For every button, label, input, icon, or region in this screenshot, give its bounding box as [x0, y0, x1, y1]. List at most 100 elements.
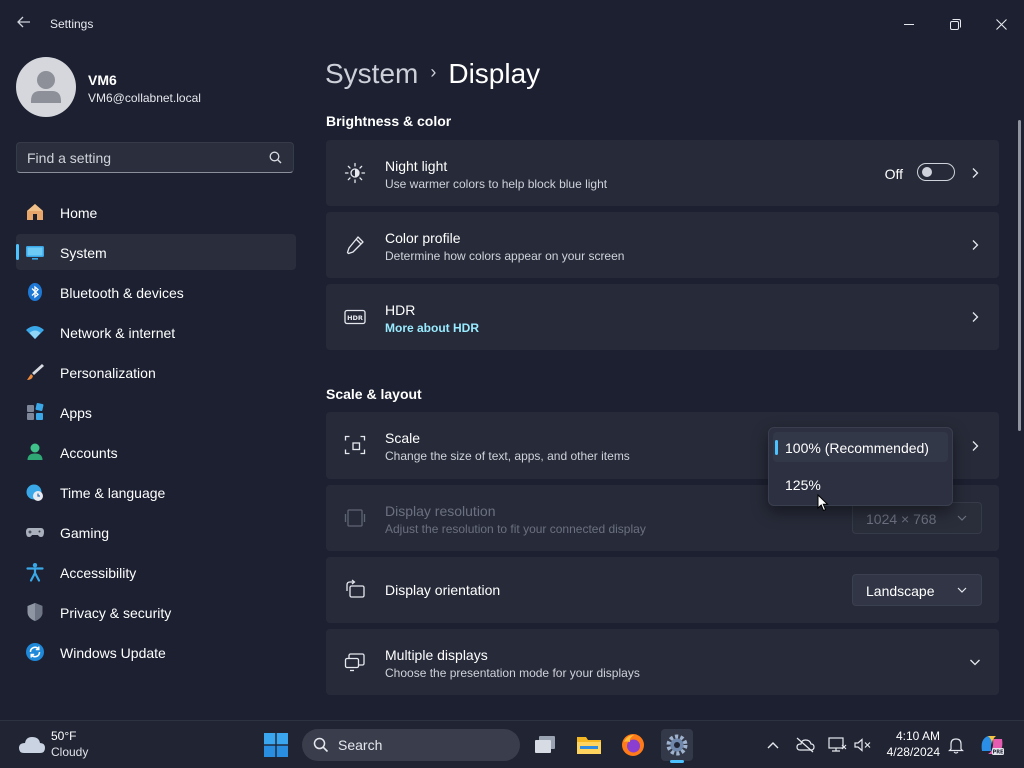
bluetooth-icon: [28, 283, 42, 301]
taskbar: 50°F Cloudy Search 4:10 AM 4/28/2024 PRE: [0, 720, 1024, 768]
scale-icon: [344, 435, 366, 455]
night-light-card[interactable]: Night light Use warmer colors to help bl…: [326, 140, 999, 206]
chevron-right-icon: [972, 168, 979, 178]
chevron-down-icon: [957, 587, 967, 593]
scrollbar-thumb[interactable]: [1018, 120, 1021, 431]
folder-icon: [577, 737, 601, 754]
sidebar-item-label: Gaming: [60, 525, 110, 541]
firefox-icon: [622, 734, 644, 756]
svg-text:HDR: HDR: [347, 314, 363, 322]
cloud-offline-icon: [796, 737, 815, 753]
volume-muted-icon: [854, 738, 871, 752]
clock-time[interactable]: 4:10 AM: [896, 729, 940, 743]
display-orientation-card[interactable]: Display orientation Landscape: [326, 557, 999, 623]
sidebar-item-accessibility[interactable]: Accessibility: [16, 554, 296, 590]
multiple-displays-card[interactable]: Multiple displays Choose the presentatio…: [326, 629, 999, 695]
sidebar-item-gaming[interactable]: Gaming: [16, 514, 296, 550]
find-setting-search[interactable]: [16, 142, 294, 173]
back-arrow-icon: [17, 16, 30, 28]
night-light-state-label: Off: [884, 166, 903, 182]
chevron-down-icon: [957, 515, 967, 521]
settings-taskbar-button[interactable]: [661, 729, 693, 763]
sidebar-item-apps[interactable]: Apps: [16, 394, 296, 430]
scale-option-125[interactable]: 125%: [773, 469, 948, 499]
hdr-card[interactable]: HDR HDR More about HDR: [326, 284, 999, 350]
sidebar-item-system[interactable]: System: [16, 234, 296, 270]
chevron-down-icon[interactable]: [969, 656, 981, 668]
multiple-displays-subtitle: Choose the presentation mode for your di…: [385, 666, 640, 680]
display-orientation-value: Landscape: [866, 583, 935, 599]
eyedropper-icon: [346, 236, 364, 255]
accessibility-icon: [26, 563, 44, 582]
sidebar-item-accounts[interactable]: Accounts: [16, 434, 296, 470]
apps-icon: [27, 403, 44, 420]
section-title-brightness: Brightness & color: [326, 113, 452, 129]
windows-logo-icon: [264, 733, 288, 757]
breadcrumb-parent[interactable]: System: [325, 58, 418, 89]
multiple-displays-icon: [344, 653, 365, 672]
hdr-icon: HDR: [344, 309, 366, 325]
scale-option-100[interactable]: 100% (Recommended): [773, 432, 948, 462]
avatar[interactable]: [16, 57, 76, 117]
person-icon: [27, 443, 43, 460]
night-light-title: Night light: [385, 158, 448, 174]
notifications-button[interactable]: [940, 729, 972, 761]
sidebar-item-windows-update[interactable]: Windows Update: [16, 634, 296, 670]
start-button[interactable]: [260, 729, 292, 761]
file-explorer-button[interactable]: [573, 729, 605, 761]
active-app-indicator: [670, 760, 684, 763]
display-orientation-title: Display orientation: [385, 582, 501, 598]
color-profile-title: Color profile: [385, 230, 461, 246]
sidebar-item-personalization[interactable]: Personalization: [16, 354, 296, 390]
minimize-button[interactable]: [886, 8, 932, 40]
clock-date[interactable]: 4/28/2024: [887, 745, 940, 759]
sidebar-item-time-language[interactable]: Time & language: [16, 474, 296, 510]
scale-dropdown-menu: 100% (Recommended) 125%: [768, 427, 953, 506]
sidebar-item-label: Apps: [60, 405, 92, 421]
show-hidden-icons-button[interactable]: [757, 729, 789, 761]
more-about-hdr-link[interactable]: More about HDR: [385, 321, 479, 335]
weather-temperature[interactable]: 50°F: [51, 729, 76, 743]
taskbar-search[interactable]: Search: [302, 729, 520, 761]
taskbar-search-label: Search: [338, 737, 383, 753]
cloud-icon[interactable]: [16, 733, 46, 755]
color-profile-subtitle: Determine how colors appear on your scre…: [385, 249, 625, 263]
title-bar: Settings: [0, 0, 1024, 48]
close-icon: [995, 18, 1007, 30]
search-input[interactable]: [27, 149, 267, 167]
volume-button[interactable]: [847, 729, 879, 761]
close-button[interactable]: [978, 8, 1024, 40]
shield-icon: [27, 603, 43, 621]
chevron-right-icon: [972, 240, 979, 250]
gear-icon: [666, 734, 688, 756]
bell-icon: [948, 738, 964, 754]
sidebar-item-bluetooth[interactable]: Bluetooth & devices: [16, 274, 296, 310]
sidebar-item-privacy-security[interactable]: Privacy & security: [16, 594, 296, 630]
toggle-knob: [922, 167, 932, 177]
onedrive-button[interactable]: [789, 729, 821, 761]
sidebar-item-label: Accessibility: [60, 565, 137, 581]
breadcrumb: System › Display: [325, 58, 540, 94]
sidebar-item-label: Personalization: [60, 365, 156, 381]
copilot-button[interactable]: PRE: [976, 729, 1008, 761]
weather-condition[interactable]: Cloudy: [51, 745, 88, 759]
sidebar-item-network[interactable]: Network & internet: [16, 314, 296, 350]
system-icon: [26, 246, 44, 260]
sidebar-item-label: Bluetooth & devices: [60, 285, 184, 301]
wifi-icon: [26, 326, 44, 339]
display-resolution-dropdown: 1024 × 768: [852, 502, 982, 534]
firefox-button[interactable]: [617, 729, 649, 761]
task-view-button[interactable]: [529, 729, 561, 761]
page-title: Display: [448, 58, 541, 89]
clock-globe-icon: [26, 484, 43, 501]
display-resolution-value: 1024 × 768: [866, 511, 937, 527]
sidebar-item-home[interactable]: Home: [16, 194, 296, 230]
back-button[interactable]: [14, 13, 34, 35]
profile-email: VM6@collabnet.local: [88, 91, 201, 105]
restore-button[interactable]: [932, 8, 978, 40]
color-profile-card[interactable]: Color profile Determine how colors appea…: [326, 212, 999, 278]
search-icon[interactable]: [269, 151, 282, 164]
brightness-icon: [344, 162, 366, 184]
night-light-toggle[interactable]: [917, 163, 955, 181]
display-orientation-dropdown[interactable]: Landscape: [852, 574, 982, 606]
